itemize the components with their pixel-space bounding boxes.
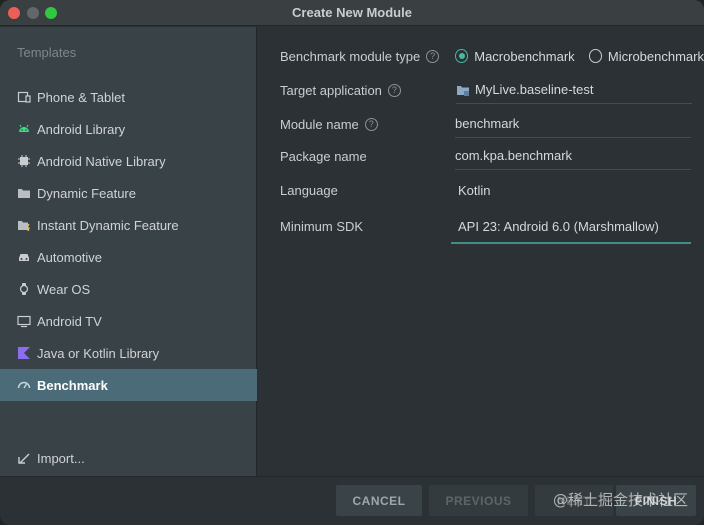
dialog-footer: CANCEL PREVIOUS NEXT FINISH xyxy=(0,476,704,525)
help-icon[interactable]: ? xyxy=(387,84,401,97)
sidebar-item-label: Android Native Library xyxy=(37,153,166,169)
previous-button[interactable]: PREVIOUS xyxy=(429,485,528,516)
templates-header: Templates xyxy=(17,45,77,60)
help-icon[interactable]: ? xyxy=(364,118,378,131)
sidebar-item-dynamic-feature[interactable]: Dynamic Feature xyxy=(0,177,257,209)
benchmark-type-label: Benchmark module type xyxy=(280,49,421,64)
import-label: Import... xyxy=(37,450,85,466)
module-folder-icon xyxy=(456,83,470,97)
native-library-icon xyxy=(17,154,31,168)
target-application-label: Target application xyxy=(280,83,382,98)
sidebar-item-phone-tablet[interactable]: Phone & Tablet xyxy=(0,81,257,113)
sidebar-item-label: Benchmark xyxy=(37,377,108,393)
kotlin-icon xyxy=(17,346,31,360)
sidebar-item-automotive[interactable]: Automotive xyxy=(0,241,257,273)
watch-icon xyxy=(17,282,31,296)
sidebar-item-label: Wear OS xyxy=(37,281,91,297)
package-name-value: com.kpa.benchmark xyxy=(455,148,573,163)
help-icon[interactable]: ? xyxy=(426,50,440,63)
templates-sidebar: Templates Phone & Tablet Android Library… xyxy=(0,27,257,476)
sidebar-item-android-tv[interactable]: Android TV xyxy=(0,305,257,337)
gauge-icon xyxy=(17,378,31,392)
macrobenchmark-label[interactable]: Macrobenchmark xyxy=(474,49,574,64)
language-select[interactable]: Kotlin xyxy=(458,176,694,204)
import-icon xyxy=(17,451,31,465)
tv-icon xyxy=(17,314,31,328)
sidebar-item-label: Android TV xyxy=(37,313,102,329)
sidebar-item-java-kotlin-library[interactable]: Java or Kotlin Library xyxy=(0,337,257,369)
sidebar-item-label: Instant Dynamic Feature xyxy=(37,217,179,233)
sidebar-item-label: Automotive xyxy=(37,249,103,265)
create-module-dialog: Create New Module Templates Phone & Tabl… xyxy=(0,0,704,525)
target-application-label-row: Target application ? xyxy=(280,83,401,98)
target-application-value: MyLive.baseline-test xyxy=(475,82,594,97)
package-name-input[interactable]: com.kpa.benchmark xyxy=(455,142,691,170)
minimum-sdk-value: API 23: Android 6.0 (Marshmallow) xyxy=(458,218,659,234)
package-name-label: Package name xyxy=(280,149,367,164)
sidebar-item-wear-os[interactable]: Wear OS xyxy=(0,273,257,305)
module-name-input[interactable]: benchmark xyxy=(455,110,691,138)
import-button[interactable]: Import... xyxy=(0,442,257,474)
benchmark-type-radio-group: Macrobenchmark Microbenchmark xyxy=(455,42,704,70)
next-button[interactable]: NEXT xyxy=(535,485,613,516)
macrobenchmark-radio[interactable] xyxy=(455,49,469,63)
car-icon xyxy=(17,250,31,264)
android-icon xyxy=(17,122,31,136)
sidebar-item-label: Dynamic Feature xyxy=(37,185,136,201)
cancel-button[interactable]: CANCEL xyxy=(336,485,422,516)
sidebar-item-android-native-library[interactable]: Android Native Library xyxy=(0,145,257,177)
sidebar-item-benchmark[interactable]: Benchmark xyxy=(0,369,257,401)
module-name-label: Module name xyxy=(280,117,359,132)
microbenchmark-label[interactable]: Microbenchmark xyxy=(608,49,704,64)
minimum-sdk-select[interactable]: API 23: Android 6.0 (Marshmallow) xyxy=(451,210,691,244)
sidebar-item-label: Java or Kotlin Library xyxy=(37,345,160,361)
minimum-sdk-label: Minimum SDK xyxy=(280,219,364,234)
folder-lightning-icon xyxy=(17,218,31,232)
module-form: Benchmark module type ? Macrobenchmark M… xyxy=(258,27,704,476)
sidebar-item-label: Android Library xyxy=(37,121,126,137)
phone-tablet-icon xyxy=(17,90,31,104)
sidebar-item-android-library[interactable]: Android Library xyxy=(0,113,257,145)
sidebar-item-label: Phone & Tablet xyxy=(37,89,125,105)
microbenchmark-radio[interactable] xyxy=(588,49,602,63)
benchmark-type-label-row: Benchmark module type ? xyxy=(280,49,440,64)
target-application-select[interactable]: MyLive.baseline-test xyxy=(456,76,692,104)
language-label: Language xyxy=(280,183,338,198)
module-name-value: benchmark xyxy=(455,116,520,131)
title-bar: Create New Module xyxy=(0,0,704,26)
finish-button[interactable]: FINISH xyxy=(616,485,696,516)
sidebar-item-instant-dynamic-feature[interactable]: Instant Dynamic Feature xyxy=(0,209,257,241)
package-name-label-row: Package name xyxy=(280,149,367,164)
language-label-row: Language xyxy=(280,183,338,198)
minimum-sdk-label-row: Minimum SDK xyxy=(280,219,363,234)
module-name-label-row: Module name ? xyxy=(280,117,378,132)
folder-icon xyxy=(17,186,31,200)
window-title: Create New Module xyxy=(292,5,412,20)
language-value: Kotlin xyxy=(458,182,491,198)
